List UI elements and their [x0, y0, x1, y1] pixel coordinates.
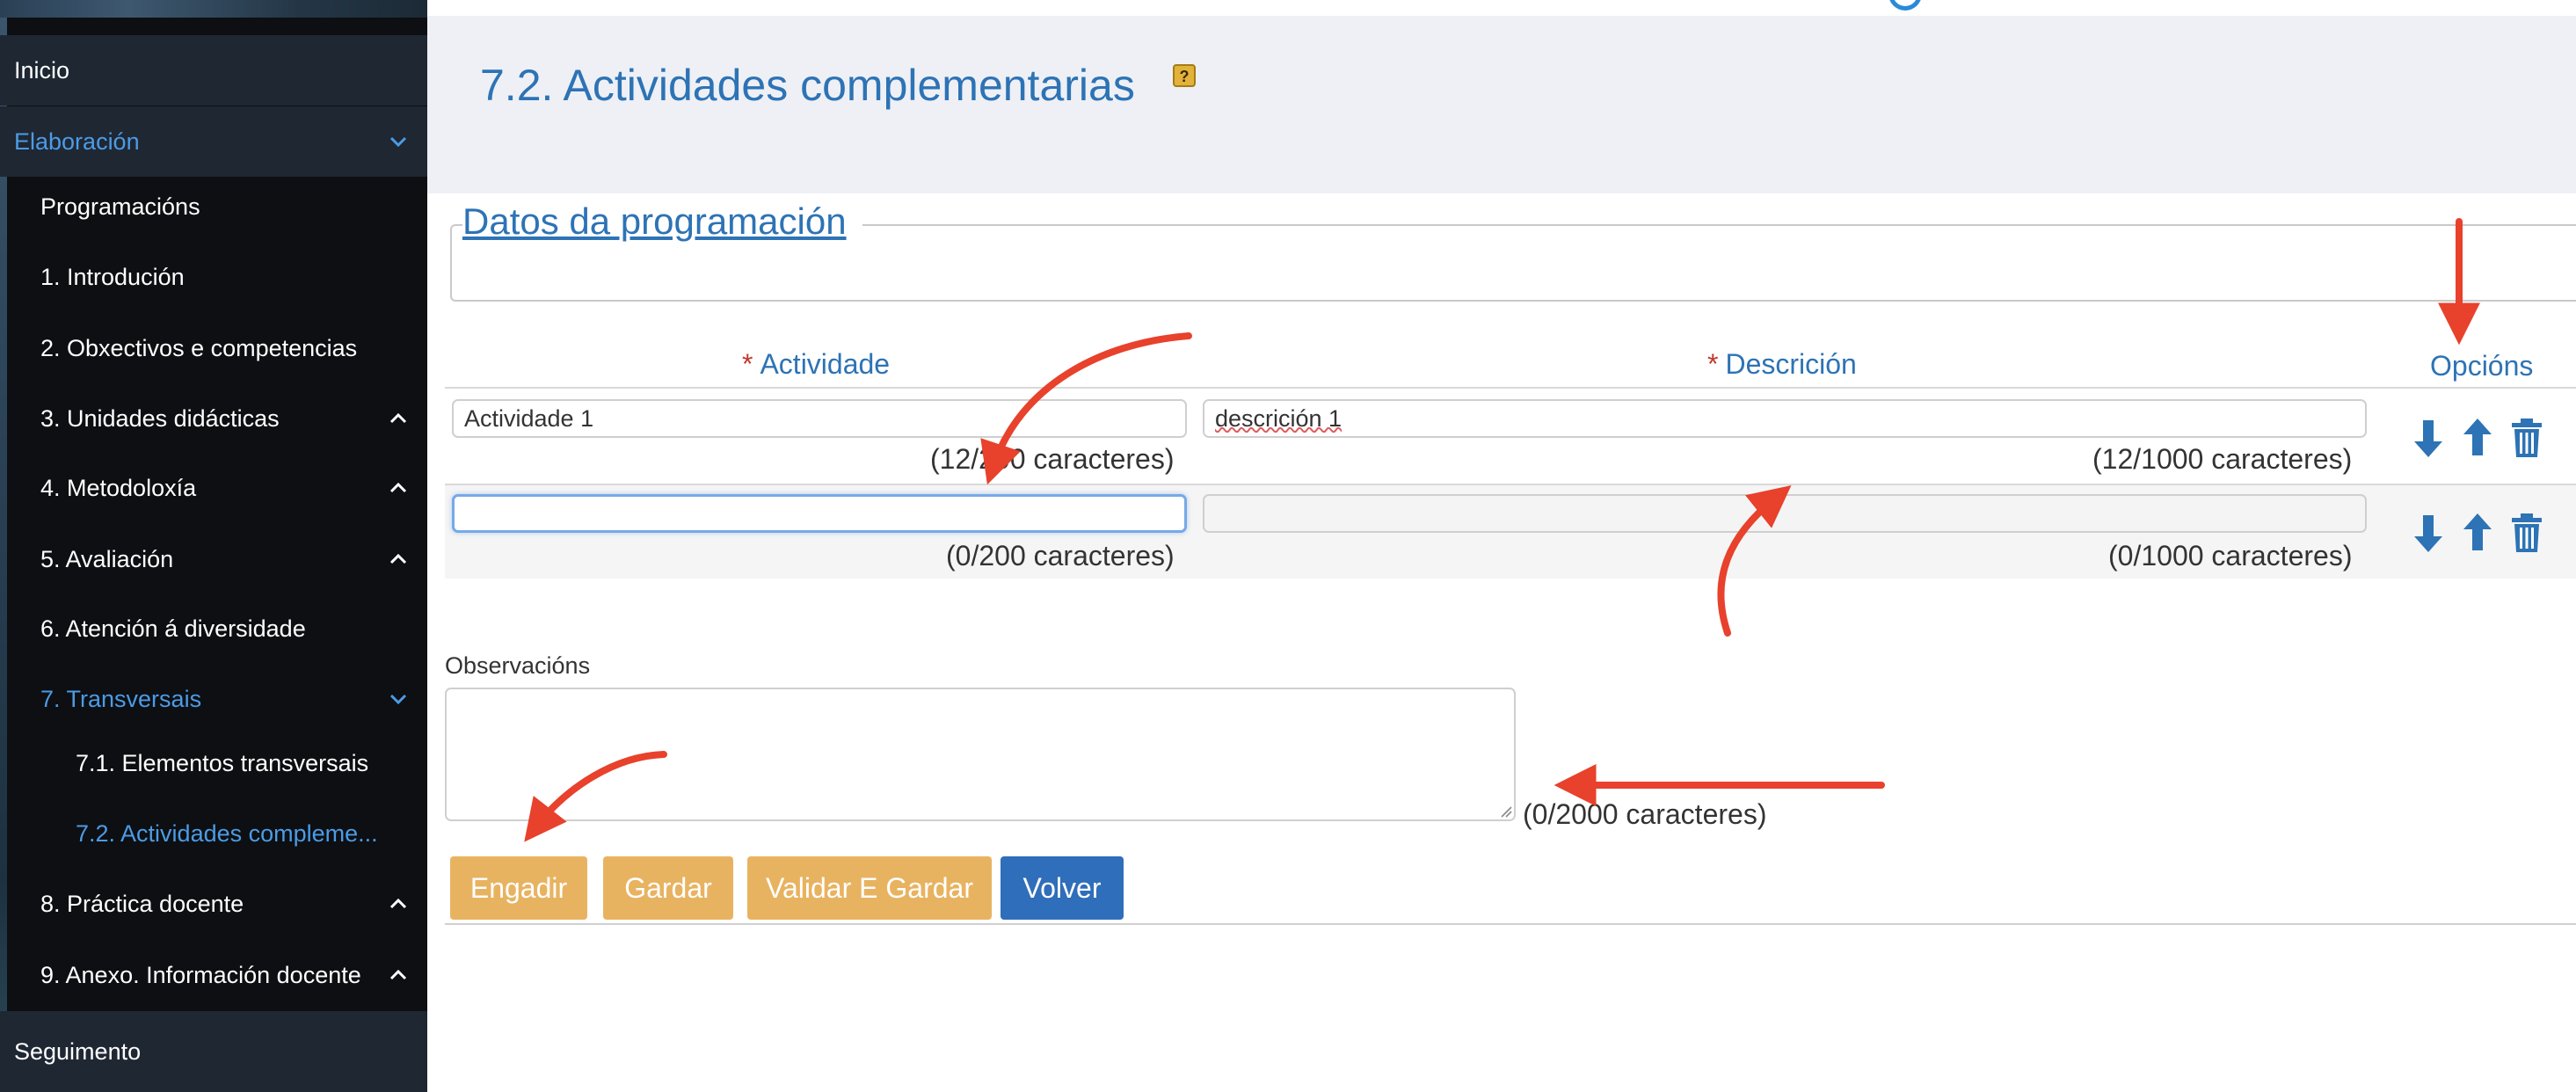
sidebar: Inicio Elaboración Programacións 1. Introdu…	[0, 0, 427, 1092]
sidebar-item-label: 1. Introdución	[40, 263, 185, 290]
column-header-description: * Descrición	[1707, 348, 1857, 381]
sidebar-item-8-practica-docente[interactable]: 8. Práctica docente	[0, 869, 427, 939]
sidebar-item-1-introducion[interactable]: 1. Introdución	[0, 242, 427, 312]
sidebar-item-9-anexo-informacion-docente[interactable]: 9. Anexo. Información docente	[0, 940, 427, 1010]
trash-icon[interactable]	[2509, 512, 2544, 554]
sidebar-item-label: 2. Obxectivos e competencias	[40, 334, 358, 361]
page-title: 7.2. Actividades complementarias	[480, 61, 1135, 110]
save-button[interactable]: Gardar	[603, 856, 733, 920]
trash-icon[interactable]	[2509, 417, 2544, 459]
main-content: 7.2. Actividades complementarias ? Datos…	[427, 0, 2576, 1092]
arrow-up-icon[interactable]	[2460, 417, 2495, 459]
resize-grip-icon[interactable]	[1498, 804, 1512, 818]
required-mark: *	[742, 348, 753, 380]
sidebar-item-label: 6. Atención á diversidade	[40, 615, 306, 642]
sidebar-item-label: 8. Práctica docente	[40, 890, 244, 917]
chevron-down-icon	[387, 688, 410, 710]
sidebar-item-5-avaliacion[interactable]: 5. Avaliación	[0, 524, 427, 594]
sidebar-item-label: 5. Avaliación	[40, 545, 174, 572]
column-header-activity: * Actividade	[742, 348, 890, 381]
observations-counter: (0/2000 caracteres)	[1523, 798, 1767, 830]
activity-input-row2[interactable]	[452, 494, 1187, 533]
sidebar-item-label: Seguimento	[14, 1037, 142, 1065]
sidebar-item-label: 7.2. Actividades compleme...	[76, 819, 378, 847]
sidebar-item-elaboracion[interactable]: Elaboración	[0, 106, 427, 177]
description-input-row1-value: descrición 1	[1215, 404, 1343, 432]
activity-counter-row2: (0/200 caracteres)	[946, 540, 1175, 571]
chevron-down-icon	[387, 130, 410, 153]
description-counter-row1: (12/1000 caracteres)	[2092, 443, 2353, 475]
sidebar-item-programacions[interactable]: Programacións	[0, 172, 427, 241]
chevron-up-icon	[387, 964, 410, 986]
sidebar-item-inicio[interactable]: Inicio	[0, 35, 427, 106]
sidebar-item-label: 3. Unidades didácticas	[40, 404, 280, 432]
logo-fragment-icon	[1888, 0, 1922, 11]
sidebar-item-7-1-elementos-transversais[interactable]: 7.1. Elementos transversais	[0, 728, 427, 798]
page-header: 7.2. Actividades complementarias ?	[427, 16, 2576, 193]
arrow-down-icon[interactable]	[2411, 417, 2446, 459]
sidebar-item-label: Elaboración	[14, 127, 140, 155]
add-button[interactable]: Engadir	[450, 856, 587, 920]
column-header-activity-label: Actividade	[760, 348, 891, 380]
sidebar-item-label: 9. Anexo. Información docente	[40, 961, 361, 988]
sidebar-item-label: Programacións	[40, 193, 200, 220]
top-bar	[427, 0, 2576, 16]
description-input-row1[interactable]: descrición 1	[1203, 399, 2367, 438]
description-counter-row2: (0/1000 caracteres)	[2108, 540, 2353, 571]
sidebar-item-7-2-actividades-compleme[interactable]: 7.2. Actividades compleme...	[0, 798, 427, 869]
chevron-up-icon	[387, 407, 410, 430]
help-icon[interactable]: ?	[1173, 64, 1196, 87]
sidebar-item-2-obxectivos-e-competencias[interactable]: 2. Obxectivos e competencias	[0, 313, 427, 383]
chevron-up-icon	[387, 892, 410, 915]
column-header-description-label: Descrición	[1725, 348, 1857, 380]
arrow-up-icon[interactable]	[2460, 512, 2495, 554]
sidebar-item-label: 4. Metodoloxía	[40, 474, 197, 501]
description-input-row2[interactable]	[1203, 494, 2367, 533]
sidebar-top-strip	[0, 0, 427, 18]
activity-counter-row1: (12/200 caracteres)	[930, 443, 1175, 475]
sidebar-item-seguimento[interactable]: Seguimento	[0, 1011, 427, 1092]
sidebar-item-label: 7.1. Elementos transversais	[76, 749, 369, 776]
observations-textarea[interactable]	[445, 688, 1516, 821]
column-header-options: Opcións	[2430, 350, 2534, 382]
sidebar-item-7-transversais[interactable]: 7. Transversais	[0, 664, 427, 734]
sidebar-item-3-unidades-didacticas[interactable]: 3. Unidades didácticas	[0, 383, 427, 454]
validate-save-button[interactable]: Validar E Gardar	[747, 856, 992, 920]
sidebar-item-label: Inicio	[14, 56, 70, 84]
sidebar-item-4-metodoloxia[interactable]: 4. Metodoloxía	[0, 453, 427, 523]
sidebar-item-6-atencion-a-diversidade[interactable]: 6. Atención á diversidade	[0, 593, 427, 664]
activity-input-row1[interactable]: Actividade 1	[452, 399, 1187, 438]
bottom-divider	[445, 923, 2576, 925]
required-mark: *	[1707, 348, 1719, 380]
back-button[interactable]: Volver	[1001, 856, 1124, 920]
observations-label: Observacións	[445, 652, 591, 679]
chevron-up-icon	[387, 548, 410, 571]
section-legend: Datos da programación	[462, 200, 862, 243]
arrow-down-icon[interactable]	[2411, 512, 2446, 554]
sidebar-item-label: 7. Transversais	[40, 685, 202, 712]
activity-input-row1-value: Actividade 1	[464, 404, 594, 432]
chevron-up-icon	[387, 477, 410, 499]
